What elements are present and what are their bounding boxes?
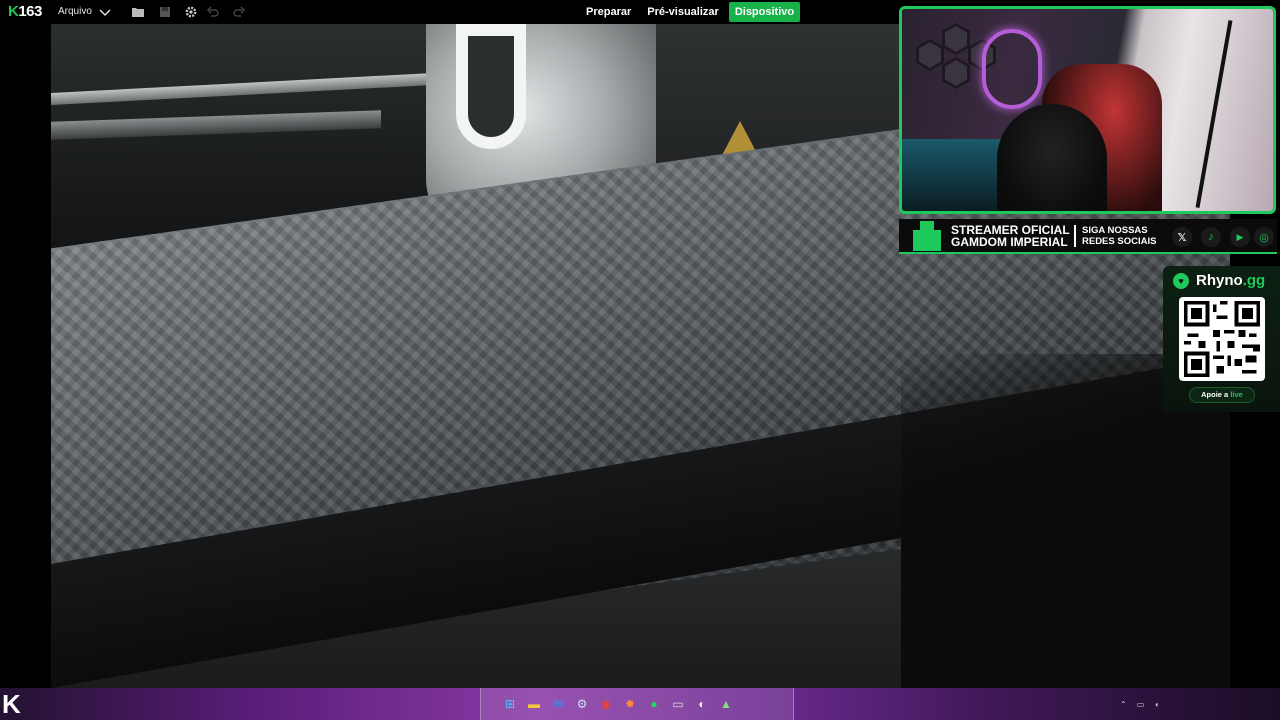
terminal-icon[interactable]: ▭	[667, 693, 689, 715]
chrome-icon[interactable]: ◉	[595, 693, 617, 715]
tiktok-icon: ♪	[1201, 227, 1221, 247]
streamer	[997, 104, 1107, 211]
undo-icon[interactable]	[205, 4, 221, 20]
outlook-icon[interactable]: ✉	[547, 693, 569, 715]
neon-light	[982, 29, 1042, 109]
overlay-logo-icon: K	[2, 689, 21, 719]
redo-icon[interactable]	[231, 4, 247, 20]
file-explorer-icon[interactable]: ▬	[523, 693, 545, 715]
spotify-icon[interactable]: ●	[643, 693, 665, 715]
banner-divider	[1074, 225, 1076, 247]
save-icon[interactable]	[157, 4, 173, 20]
folder-open-icon[interactable]	[130, 4, 146, 20]
file-menu[interactable]: Arquivo	[58, 6, 92, 17]
chevron-up-icon[interactable]: ⌃	[1120, 700, 1127, 709]
banner-follow-line2: REDES SOCIAIS	[1082, 236, 1157, 247]
banner-title-line2: GAMDOM IMPERIAL	[951, 235, 1068, 249]
tab-preparar[interactable]: Preparar	[580, 2, 637, 22]
streamer-webcam	[899, 6, 1276, 214]
app-icon-2[interactable]: ▲	[715, 693, 737, 715]
tab-pre-visualizar[interactable]: Pré-visualizar	[641, 2, 725, 22]
tab-dispositivo[interactable]: Dispositivo	[728, 2, 801, 22]
windows-start-icon[interactable]: ⊞	[499, 693, 521, 715]
obs-icon[interactable]: ◐	[691, 693, 713, 715]
heart-icon: ♥	[1173, 273, 1189, 289]
x-icon: 𝕏	[1172, 227, 1192, 247]
system-tray: ⌃ ▭ ◖	[1120, 688, 1159, 720]
streamer-banner: STREAMER OFICIAL GAMDOM IMPERIAL SIGA NO…	[899, 219, 1277, 254]
instagram-icon: ◎	[1254, 227, 1274, 247]
youtube-icon: ▶	[1230, 227, 1250, 247]
support-live-button[interactable]: Apoie a live	[1189, 387, 1255, 403]
windows-taskbar: K ⊞ ▬ ✉ ⚙ ◉ ✸ ● ▭ ◐ ▲ ⌃ ▭ ◖	[0, 688, 1280, 720]
main-tabs: Preparar Pré-visualizar Dispositivo	[580, 2, 801, 22]
network-icon[interactable]: ▭	[1137, 700, 1145, 709]
steam-icon[interactable]: ⚙	[571, 693, 593, 715]
qr-code-icon	[1179, 297, 1265, 381]
rhyno-brand: Rhyno.gg	[1196, 272, 1266, 289]
volume-icon[interactable]: ◖	[1154, 700, 1159, 709]
chevron-down-icon[interactable]	[97, 4, 113, 20]
app-icon[interactable]: ✸	[619, 693, 641, 715]
rhyno-donation-card: ♥ Rhyno.gg Apoie a live	[1163, 266, 1280, 412]
camera-toolhead-fan	[456, 24, 526, 149]
banner-follow-line1: SIGA NOSSAS	[1082, 225, 1148, 236]
gear-icon[interactable]	[183, 4, 199, 20]
app-logo: K163	[8, 3, 42, 20]
taskbar-apps: ⊞ ▬ ✉ ⚙ ◉ ✸ ● ▭ ◐ ▲	[480, 688, 794, 720]
gamdom-logo-icon	[913, 221, 941, 251]
